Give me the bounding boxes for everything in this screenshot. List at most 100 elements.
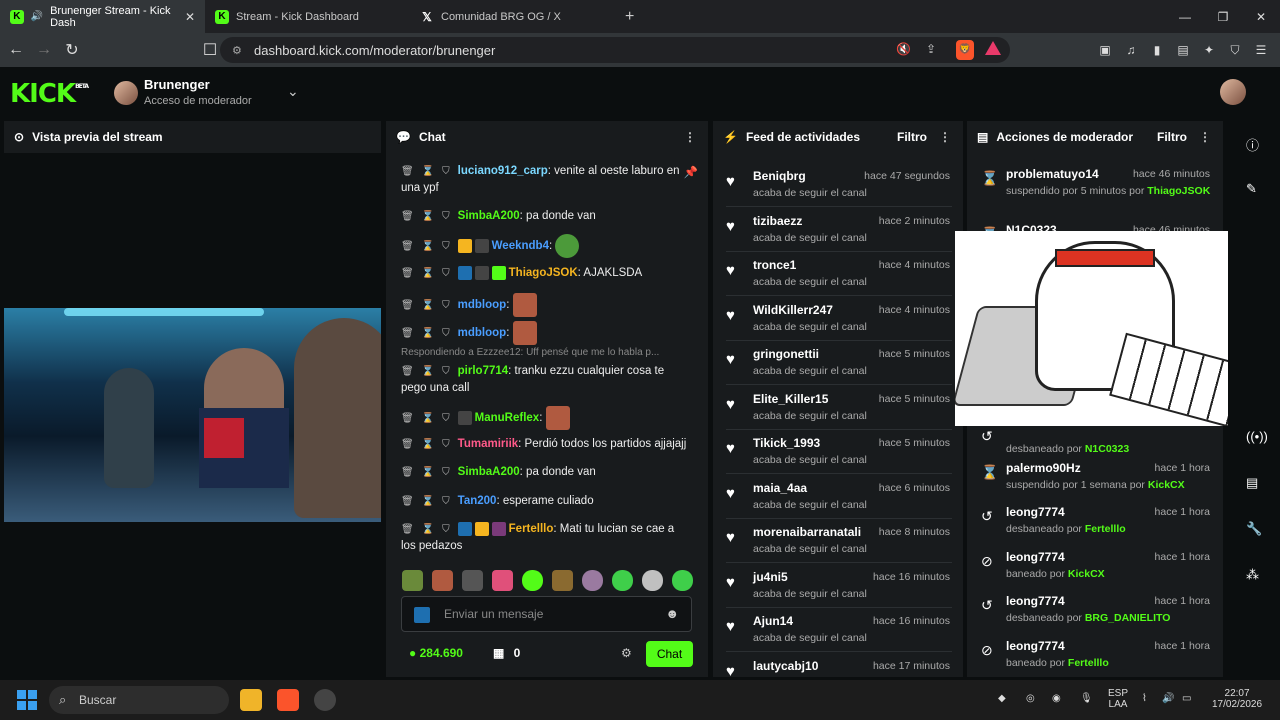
reader-icon[interactable]: ▣ [1096,41,1114,59]
emote-button[interactable] [432,570,453,591]
tab-kick-dashboard[interactable]: K Stream - Kick Dashboard [205,0,410,33]
user-avatar[interactable] [1220,79,1246,105]
hourglass-icon[interactable]: ⌛ [422,439,434,450]
brave-icon[interactable] [277,689,299,711]
chat-input[interactable]: Enviar un mensaje ☻ [401,596,692,632]
windows-start-icon[interactable] [17,690,37,710]
minimize-icon[interactable]: — [1166,0,1204,33]
pin-icon[interactable]: 📌 [684,165,698,182]
vpn-icon[interactable]: ⛉ [1226,41,1244,59]
follower-name[interactable]: tronce1 [753,258,796,272]
url-field[interactable]: ⚙ dashboard.kick.com/moderator/brunenger [220,37,1010,63]
hourglass-icon[interactable]: ⌛ [422,366,434,377]
sidebar-icon[interactable]: ▮ [1148,41,1166,59]
file-explorer-icon[interactable] [240,689,262,711]
mod-action-item[interactable]: ↺ leong7774 hace 1 hora desbaneado por Fert… [979,500,1212,544]
feed-item[interactable]: ♥ Elite_Killer15 hace 5 minutos acaba de se… [726,386,952,430]
mute-icon[interactable]: 🔇 [896,42,911,56]
volume-icon[interactable]: 🔊 [1162,693,1174,704]
reload-icon[interactable]: ↻ [60,40,84,60]
bookmark-icon[interactable]: ☐ [198,40,222,60]
store-count[interactable]: ▦ 0 [493,646,520,660]
delete-icon[interactable]: 🗑 [401,268,414,279]
feed-item[interactable]: ♥ Ajun14 hace 16 minutos acaba de seguir el… [726,608,952,652]
feed-item[interactable]: ♥ WildKillerr247 hace 4 minutos acaba de se… [726,297,952,341]
hourglass-icon[interactable]: ⌛ [422,166,434,177]
mod-filter-button[interactable]: Filtro [1157,130,1187,144]
back-icon[interactable]: ← [4,41,28,59]
shield-icon[interactable]: ⛉ [442,366,450,377]
stream-video[interactable] [4,308,381,522]
edit-icon[interactable]: ✎ [1246,181,1257,197]
delete-icon[interactable]: 🗑 [401,439,414,450]
chat-username[interactable]: SimbaA200 [458,210,520,222]
shield-icon[interactable]: ⛉ [442,211,450,222]
share-icon[interactable]: ⇪ [926,42,936,56]
delete-icon[interactable]: 🗑 [401,413,414,424]
hourglass-icon[interactable]: ⌛ [422,413,434,424]
chat-username[interactable]: luciano912_carp [458,165,548,177]
emote-button[interactable] [582,570,603,591]
forward-icon[interactable]: → [32,41,56,59]
feed-item[interactable]: ♥ tizibaezz hace 2 minutos acaba de seguir … [726,208,952,252]
close-tab-icon[interactable]: ✕ [185,10,195,24]
hourglass-icon[interactable]: ⌛ [422,211,434,222]
broadcast-icon[interactable]: ((•)) [1246,429,1268,444]
shield-icon[interactable]: ⛉ [442,241,450,252]
clock[interactable]: 22:07 17/02/2026 [1212,688,1262,710]
music-icon[interactable]: ♫ [1122,41,1140,59]
follower-name[interactable]: lautycabj10 [753,659,818,673]
feed-item[interactable]: ♥ maia_4aa hace 6 minutos acaba de seguir e… [726,475,952,519]
delete-icon[interactable]: 🗑 [401,467,414,478]
shield-icon[interactable]: ⛉ [442,166,450,177]
more-options-icon[interactable]: ⋮ [1199,130,1211,144]
delete-icon[interactable]: 🗑 [401,241,414,252]
emote-button[interactable] [402,570,423,591]
shield-icon[interactable]: ⛉ [442,300,450,311]
tray-icon[interactable]: ◆ [998,693,1006,704]
follower-name[interactable]: Beniqbrg [753,169,806,183]
chat-username[interactable]: ManuReflex [475,412,540,424]
hourglass-icon[interactable]: ⌛ [422,268,434,279]
moderated-user[interactable]: problematuyo14 [1006,167,1099,181]
hourglass-icon[interactable]: ⌛ [422,524,434,535]
emote-button[interactable] [492,570,513,591]
more-options-icon[interactable]: ⋮ [684,130,696,144]
shield-icon[interactable]: ⛉ [442,328,450,339]
follower-name[interactable]: ju4ni5 [753,570,788,584]
hourglass-icon[interactable]: ⌛ [422,328,434,339]
mod-action-item[interactable]: ↺ leong7774 hace 1 hora desbaneado por BRG_… [979,589,1212,633]
moderator-name[interactable]: Fertelllo [1068,657,1109,669]
channel-points[interactable]: ● 284.690 [409,646,463,660]
moderator-name[interactable]: Fertelllo [1085,523,1126,535]
shield-icon[interactable]: ⛉ [442,268,450,279]
brave-shield-icon[interactable]: 🦁 [956,40,974,60]
chat-username[interactable]: Weekndb4 [492,240,549,252]
delete-icon[interactable]: 🗑 [401,524,414,535]
follower-name[interactable]: Ajun14 [753,614,793,628]
follower-name[interactable]: maia_4aa [753,481,807,495]
hourglass-icon[interactable]: ⌛ [422,241,434,252]
follower-name[interactable]: Elite_Killer15 [753,392,828,406]
layout-icon[interactable]: ▤ [1246,475,1258,491]
chat-username[interactable]: mdbloop [458,299,507,311]
chat-username[interactable]: Tumamiriik [458,438,519,450]
discord-icon[interactable]: ◎ [1026,693,1035,704]
wrench-icon[interactable]: 🔧 [1246,521,1262,537]
moderator-name[interactable]: ThiagoJSOK [1147,185,1210,197]
moderator-name[interactable]: KickCX [1148,479,1185,491]
moderated-user[interactable]: leong7774 [1006,639,1065,653]
shield-icon[interactable]: ⛉ [442,496,450,507]
leo-icon[interactable]: ✦ [1200,41,1218,59]
mod-action-item[interactable]: ⊘ leong7774 hace 1 hora baneado por Fertell… [979,634,1212,678]
shield-icon[interactable]: ⛉ [442,439,450,450]
chat-username[interactable]: Fertelllo [509,523,554,535]
delete-icon[interactable]: 🗑 [401,496,414,507]
info-icon[interactable]: ⓘ [1246,135,1259,154]
app-icon[interactable] [314,689,336,711]
chat-username[interactable]: mdbloop [458,327,507,339]
moderator-name[interactable]: N1C0323 [1085,443,1129,455]
emoji-icon[interactable]: ☻ [665,606,679,621]
moderated-user[interactable]: palermo90Hz [1006,461,1081,475]
brave-rewards-icon[interactable] [985,41,1001,55]
